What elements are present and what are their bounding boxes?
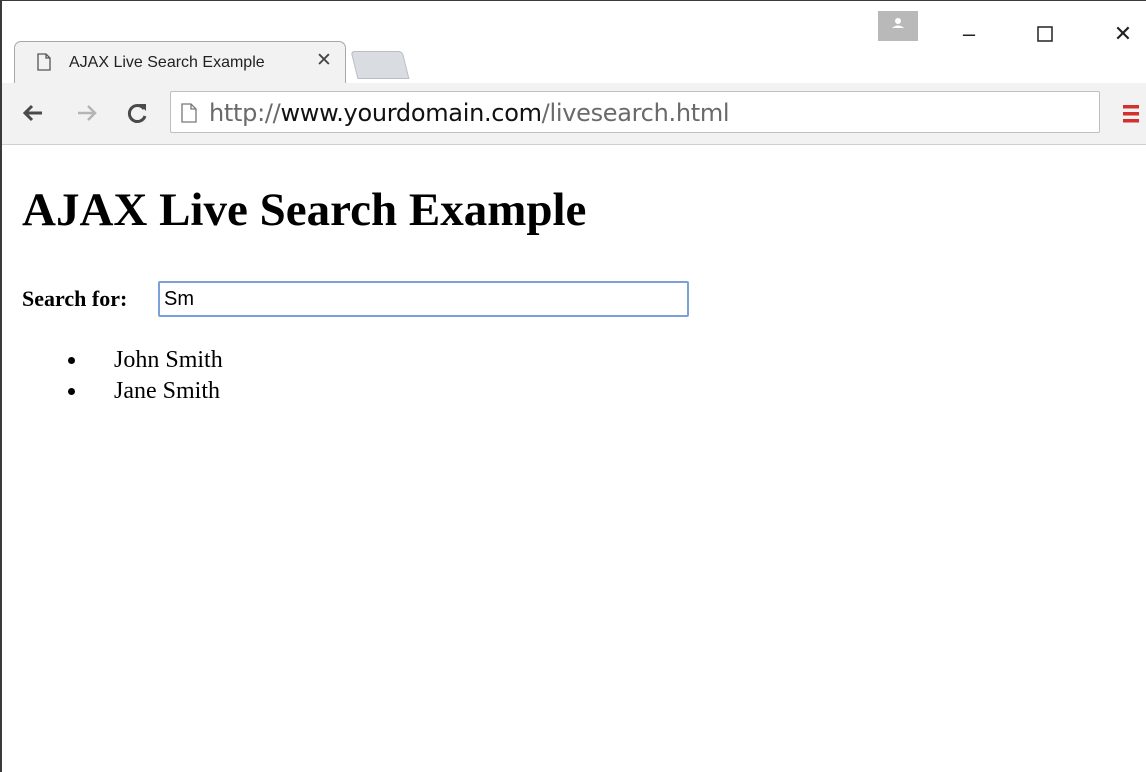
tab-close-icon[interactable]: ✕ <box>316 50 332 71</box>
page-icon <box>37 53 51 71</box>
page-icon <box>181 103 197 123</box>
browser-toolbar: http://www.yourdomain.com/livesearch.htm… <box>2 83 1146 145</box>
search-results-list: John Smith Jane Smith <box>62 345 223 407</box>
forward-arrow-icon <box>78 105 97 121</box>
reload-button[interactable] <box>122 98 152 128</box>
tab-title: AJAX Live Search Example <box>69 54 265 71</box>
address-bar[interactable]: http://www.yourdomain.com/livesearch.htm… <box>170 91 1100 133</box>
url-host: www.yourdomain.com <box>280 99 542 127</box>
url-text: http://www.yourdomain.com/livesearch.htm… <box>209 99 730 127</box>
browser-menu-button[interactable] <box>1120 103 1142 125</box>
tab-strip: AJAX Live Search Example ✕ – ✕ <box>2 1 1146 83</box>
list-item: John Smith <box>88 345 223 376</box>
close-window-button[interactable]: ✕ <box>1108 19 1138 49</box>
url-scheme: http:// <box>209 99 281 127</box>
tab-ajax-live-search[interactable]: AJAX Live Search Example ✕ <box>14 41 346 83</box>
search-input[interactable] <box>158 281 689 317</box>
profile-button[interactable] <box>878 11 918 41</box>
forward-button[interactable] <box>72 98 102 128</box>
url-path: /livesearch.html <box>541 99 730 127</box>
maximize-button[interactable] <box>1030 19 1060 49</box>
page-title: AJAX Live Search Example <box>22 184 587 236</box>
minimize-button[interactable]: – <box>954 19 984 49</box>
reload-icon <box>127 104 147 123</box>
browser-window: AJAX Live Search Example ✕ – ✕ http://ww… <box>0 0 1146 772</box>
new-tab-button[interactable] <box>350 51 410 79</box>
back-arrow-icon <box>22 104 42 122</box>
list-item: Jane Smith <box>88 376 223 407</box>
search-label: Search for: <box>22 286 128 311</box>
person-icon <box>892 18 904 28</box>
maximize-icon <box>1037 26 1053 42</box>
back-button[interactable] <box>18 98 48 128</box>
hamburger-menu-icon <box>1123 105 1139 123</box>
